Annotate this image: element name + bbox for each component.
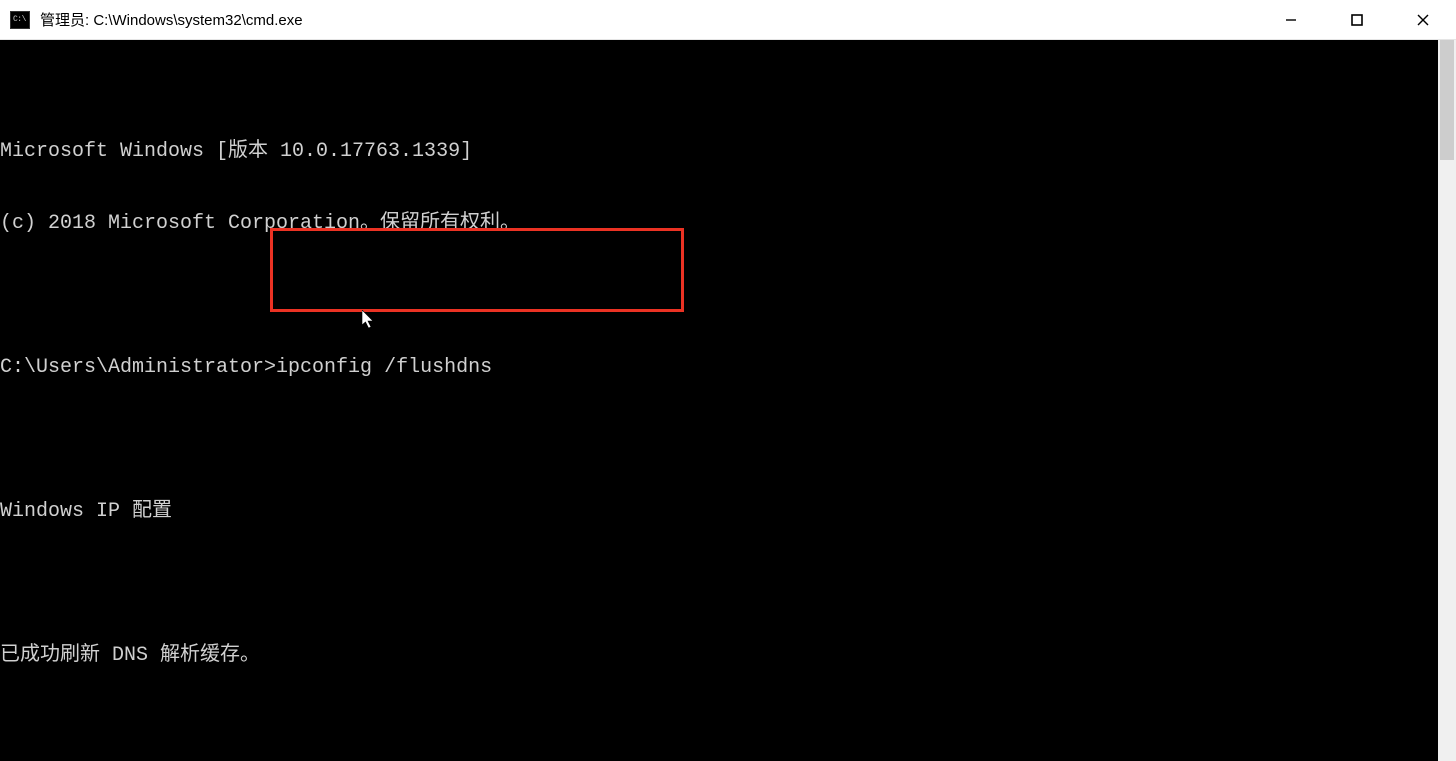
line-copyright: (c) 2018 Microsoft Corporation。保留所有权利。: [0, 212, 1438, 236]
cmd-app-icon: C:\: [10, 11, 30, 29]
terminal-output: Microsoft Windows [版本 10.0.17763.1339] (…: [0, 88, 1438, 761]
blank-line: [0, 284, 1438, 308]
close-icon: [1416, 13, 1430, 27]
window-controls: [1258, 0, 1456, 39]
blank-line: [0, 428, 1438, 452]
line-ip-header: Windows IP 配置: [0, 500, 1438, 524]
window-titlebar[interactable]: C:\ 管理员: C:\Windows\system32\cmd.exe: [0, 0, 1456, 40]
minimize-icon: [1284, 13, 1298, 27]
command-1: ipconfig /flushdns: [276, 356, 492, 380]
prompt-row-1: C:\Users\Administrator>ipconfig /flushdn…: [0, 356, 1438, 380]
maximize-button[interactable]: [1324, 0, 1390, 39]
blank-line: [0, 716, 1438, 740]
minimize-button[interactable]: [1258, 0, 1324, 39]
scrollbar-thumb[interactable]: [1440, 40, 1454, 160]
line-version: Microsoft Windows [版本 10.0.17763.1339]: [0, 140, 1438, 164]
vertical-scrollbar[interactable]: [1438, 40, 1456, 761]
window-title: 管理员: C:\Windows\system32\cmd.exe: [40, 9, 303, 30]
maximize-icon: [1350, 13, 1364, 27]
terminal-area[interactable]: Microsoft Windows [版本 10.0.17763.1339] (…: [0, 40, 1456, 761]
prompt-1: C:\Users\Administrator>: [0, 356, 276, 380]
titlebar-left: C:\ 管理员: C:\Windows\system32\cmd.exe: [0, 9, 303, 30]
blank-line: [0, 572, 1438, 596]
close-button[interactable]: [1390, 0, 1456, 39]
line-flush-ok: 已成功刷新 DNS 解析缓存。: [0, 644, 1438, 668]
